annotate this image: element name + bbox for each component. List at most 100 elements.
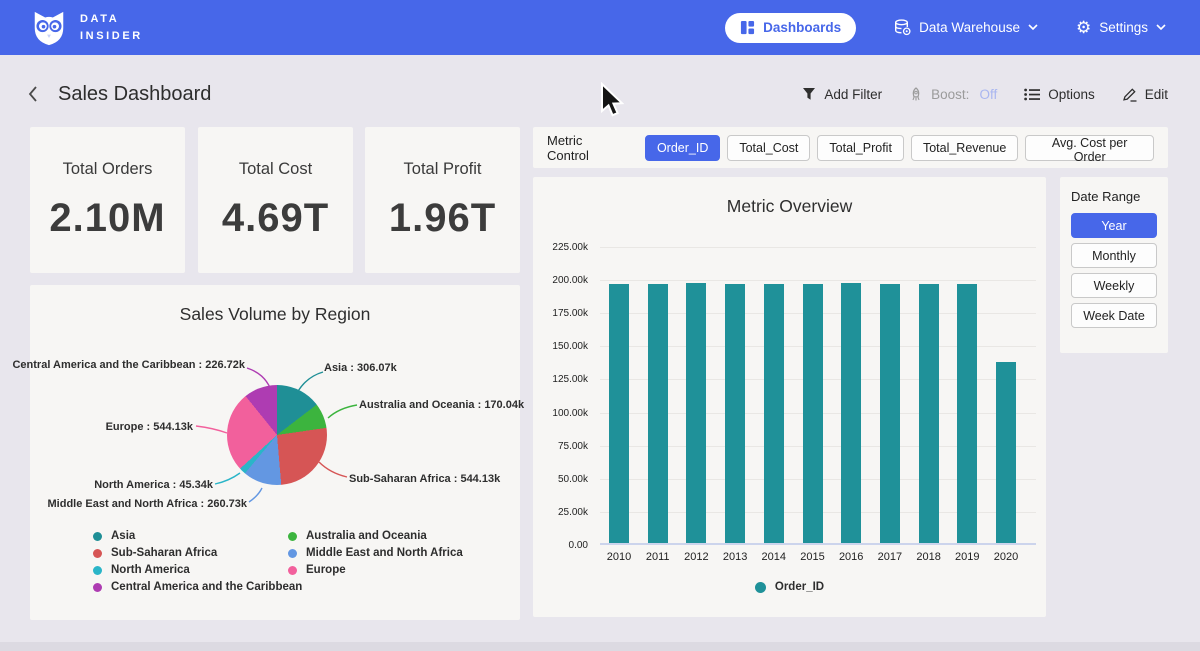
kpi-card-total-profit: Total Profit 1.96T <box>365 127 520 273</box>
legend-dot <box>288 549 297 558</box>
metric-chip-order-id[interactable]: Order_ID <box>645 135 720 161</box>
pie-chart-card: Sales Volume by Region Asia : 306.07k Au… <box>30 285 520 620</box>
pie-legend-item-middle-east-and-north-africa[interactable]: Middle East and North Africa <box>288 547 463 559</box>
filter-funnel-icon <box>802 87 816 101</box>
pie-legend-item-north-america[interactable]: North America <box>93 564 302 576</box>
boost-state: Off <box>979 87 997 102</box>
back-button[interactable] <box>28 83 48 105</box>
dashboards-label: Dashboards <box>763 20 841 35</box>
kpi-value: 1.96T <box>365 196 520 241</box>
date-range-card: Date Range Year Monthly Weekly Week Date <box>1060 177 1168 353</box>
top-navbar: DATA INSIDER Dashboards <box>0 0 1200 55</box>
legend-dot <box>93 566 102 575</box>
data-warehouse-menu[interactable]: Data Warehouse <box>894 19 1038 36</box>
add-filter-label: Add Filter <box>824 87 882 102</box>
date-range-buttons: Year Monthly Weekly Week Date <box>1071 213 1157 328</box>
y-tick: 100.00k <box>533 408 588 420</box>
boost-label: Boost: <box>931 87 969 102</box>
y-tick: 25.00k <box>533 507 588 519</box>
kpi-label: Total Orders <box>30 160 185 179</box>
dashboard-grid-icon <box>740 20 755 35</box>
edit-button[interactable]: Edit <box>1122 87 1168 102</box>
legend-dot <box>93 532 102 541</box>
brand-line2: INSIDER <box>80 28 143 45</box>
settings-label: Settings <box>1099 20 1148 35</box>
bar-2013[interactable] <box>725 284 745 543</box>
options-button[interactable]: Options <box>1024 87 1095 102</box>
page-title: Sales Dashboard <box>58 83 211 106</box>
header-actions: Add Filter Boost: Off Options <box>802 87 1168 102</box>
pie-callout-sub-saharan-africa: Sub-Saharan Africa : 544.13k <box>349 473 500 485</box>
bar-2019[interactable] <box>957 284 977 543</box>
x-tick-2019: 2019 <box>945 551 989 563</box>
bar-2010[interactable] <box>609 284 629 543</box>
date-range-weekly[interactable]: Weekly <box>1071 273 1157 298</box>
y-tick: 225.00k <box>533 242 588 254</box>
y-tick: 150.00k <box>533 341 588 353</box>
kpi-label: Total Cost <box>198 160 353 179</box>
legend-label: Sub-Saharan Africa <box>111 547 217 559</box>
y-tick: 125.00k <box>533 374 588 386</box>
bar-2016[interactable] <box>841 283 861 543</box>
bar-2017[interactable] <box>880 284 900 543</box>
pie-legend-item-central-america-and-the-caribbean[interactable]: Central America and the Caribbean <box>93 581 302 593</box>
legend-series-label: Order_ID <box>775 581 824 593</box>
settings-menu[interactable]: ⚙ Settings <box>1076 19 1166 36</box>
dashboards-button[interactable]: Dashboards <box>725 13 856 43</box>
legend-dot <box>288 532 297 541</box>
legend-dot <box>755 582 766 593</box>
date-range-label: Date Range <box>1071 189 1157 204</box>
options-label: Options <box>1048 87 1095 102</box>
brand-line1: DATA <box>80 11 143 28</box>
legend-dot <box>93 549 102 558</box>
bar-2020[interactable] <box>996 362 1016 543</box>
bar-2012[interactable] <box>686 283 706 543</box>
pie-legend-item-europe[interactable]: Europe <box>288 564 463 576</box>
x-tick-2013: 2013 <box>713 551 757 563</box>
pie-legend-item-sub-saharan-africa[interactable]: Sub-Saharan Africa <box>93 547 302 559</box>
bar-chart-card: Metric Overview 225.00k200.00k175.00k150… <box>533 177 1046 617</box>
chevron-down-icon <box>1028 24 1038 31</box>
bar-2018[interactable] <box>919 284 939 543</box>
list-options-icon <box>1024 88 1040 101</box>
legend-label: Middle East and North Africa <box>306 547 463 559</box>
chevron-down-icon <box>1156 24 1166 31</box>
x-tick-2015: 2015 <box>791 551 835 563</box>
kpi-value: 4.69T <box>198 196 353 241</box>
x-tick-2014: 2014 <box>752 551 796 563</box>
pie-chart[interactable] <box>227 385 327 485</box>
app-window: DATA INSIDER Dashboards <box>0 0 1200 651</box>
pie-callout-asia: Asia : 306.07k <box>324 362 397 374</box>
gridline <box>600 247 1036 248</box>
pie-legend-item-asia[interactable]: Asia <box>93 530 302 542</box>
navbar-menu: Dashboards Data Warehouse ⚙ Setting <box>725 13 1166 43</box>
date-range-week-date[interactable]: Week Date <box>1071 303 1157 328</box>
metric-chip-total-cost[interactable]: Total_Cost <box>727 135 810 161</box>
add-filter-button[interactable]: Add Filter <box>802 87 882 102</box>
owl-logo-icon <box>30 9 68 47</box>
y-tick: 50.00k <box>533 474 588 486</box>
x-tick-2012: 2012 <box>674 551 718 563</box>
pie-callout-australia-oceania: Australia and Oceania : 170.04k <box>359 399 524 411</box>
x-tick-2020: 2020 <box>984 551 1028 563</box>
metric-chip-total-profit[interactable]: Total_Profit <box>817 135 904 161</box>
x-tick-2018: 2018 <box>907 551 951 563</box>
metric-chip-avg-cost-per-order[interactable]: Avg. Cost per Order <box>1025 135 1154 161</box>
boost-toggle[interactable]: Boost: Off <box>909 87 997 102</box>
bar-2014[interactable] <box>764 284 784 543</box>
brand: DATA INSIDER <box>30 9 143 47</box>
metric-chip-total-revenue[interactable]: Total_Revenue <box>911 135 1018 161</box>
date-range-year[interactable]: Year <box>1071 213 1157 238</box>
y-tick: 175.00k <box>533 308 588 320</box>
bottom-edge <box>0 642 1200 651</box>
chevron-left-icon <box>28 85 38 103</box>
pie-legend-item-australia-and-oceania[interactable]: Australia and Oceania <box>288 530 463 542</box>
bar-2011[interactable] <box>648 284 668 543</box>
kpi-value: 2.10M <box>30 196 185 241</box>
gridline <box>600 280 1036 281</box>
legend-dot <box>288 566 297 575</box>
bar-2015[interactable] <box>803 284 823 543</box>
date-range-monthly[interactable]: Monthly <box>1071 243 1157 268</box>
metric-chips: Order_ID Total_Cost Total_Profit Total_Reve… <box>645 135 1154 161</box>
pie-callout-middle-east-north-africa: Middle East and North Africa : 260.73k <box>48 498 247 510</box>
